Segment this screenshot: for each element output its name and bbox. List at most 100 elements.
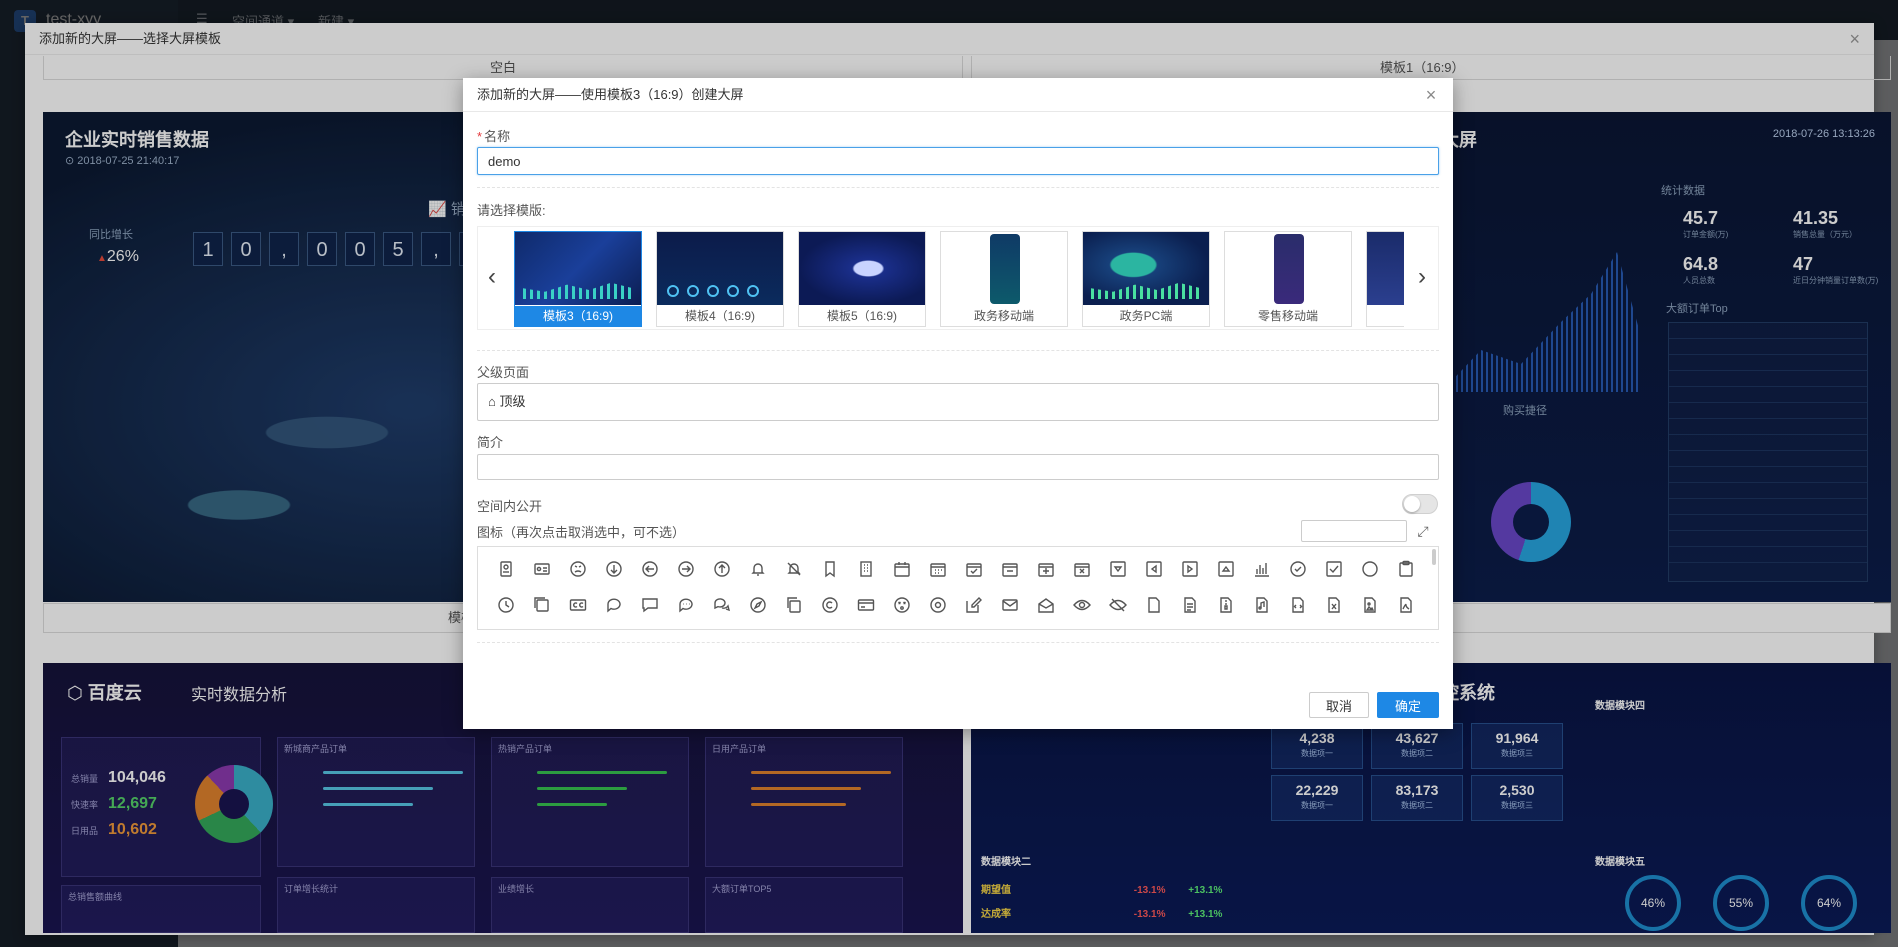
icon-row bbox=[488, 590, 1424, 620]
file-pdf-icon[interactable] bbox=[1388, 590, 1424, 620]
expand-icon[interactable]: ⤢ bbox=[1413, 521, 1433, 541]
template-card-label: 零售移动端 bbox=[1257, 309, 1318, 323]
arrow-right-circle-icon[interactable] bbox=[668, 554, 704, 584]
template-card-gov-mobile[interactable]: 政务移动端 bbox=[940, 231, 1068, 327]
create-screen-modal: 添加新的大屏——使用模板3（16:9）创建大屏 × *名称 请选择模版: ‹ 模… bbox=[463, 78, 1453, 729]
divider bbox=[477, 187, 1439, 188]
file-image-icon[interactable] bbox=[1352, 590, 1388, 620]
caret-up-square-icon[interactable] bbox=[1208, 554, 1244, 584]
arrow-down-circle-icon[interactable] bbox=[596, 554, 632, 584]
public-toggle[interactable] bbox=[1402, 494, 1438, 514]
confirm-button[interactable]: 确定 bbox=[1377, 692, 1439, 718]
chevron-left-icon[interactable]: ‹ bbox=[482, 263, 502, 291]
file-zip-icon[interactable] bbox=[1208, 590, 1244, 620]
check-circle-icon[interactable] bbox=[1280, 554, 1316, 584]
intro-label: 简介 bbox=[477, 435, 504, 450]
template-card-3[interactable]: 模板3（16:9) bbox=[514, 231, 642, 327]
name-input[interactable] bbox=[477, 147, 1439, 175]
modal-header: 添加新的大屏——使用模板3（16:9）创建大屏 bbox=[463, 78, 1453, 112]
template-card-next[interactable]: 零 bbox=[1366, 231, 1404, 327]
template-card-retail-mobile[interactable]: 零售移动端 bbox=[1224, 231, 1352, 327]
pencil-square-icon[interactable] bbox=[956, 590, 992, 620]
calendar-icon[interactable] bbox=[884, 554, 920, 584]
template-thumbnail bbox=[1225, 232, 1351, 305]
id-card-icon[interactable] bbox=[524, 554, 560, 584]
scrollbar-thumb[interactable] bbox=[1432, 549, 1436, 565]
calendar-minus-icon[interactable] bbox=[992, 554, 1028, 584]
template-card-label: 零 bbox=[1367, 306, 1404, 326]
parent-label: 父级页面 bbox=[477, 365, 530, 380]
icon-search-input[interactable] bbox=[1301, 520, 1407, 542]
chat-dots-icon[interactable] bbox=[668, 590, 704, 620]
template-thumbnail bbox=[1367, 232, 1404, 305]
credit-card-icon[interactable] bbox=[848, 590, 884, 620]
template-thumbnail bbox=[1083, 232, 1209, 305]
template-carousel: ‹ 模板3（16:9) 模板4（16:9) 模板5（16:9) 政务移动端 政务… bbox=[477, 226, 1439, 330]
bookmark-icon[interactable] bbox=[812, 554, 848, 584]
envelope-icon[interactable] bbox=[992, 590, 1028, 620]
emoji-angry-icon[interactable] bbox=[560, 554, 596, 584]
template-card-label: 政务移动端 bbox=[973, 309, 1034, 323]
chat-multiple-icon[interactable] bbox=[704, 590, 740, 620]
parent-select[interactable]: ⌂ 顶级 bbox=[477, 383, 1439, 421]
closed-caption-icon[interactable] bbox=[560, 590, 596, 620]
check-square-icon[interactable] bbox=[1316, 554, 1352, 584]
calendar-plus-icon[interactable] bbox=[1028, 554, 1064, 584]
copy-icon[interactable] bbox=[776, 590, 812, 620]
arrow-left-circle-icon[interactable] bbox=[632, 554, 668, 584]
bell-slash-icon[interactable] bbox=[776, 554, 812, 584]
record-circle-icon[interactable] bbox=[920, 590, 956, 620]
collection-icon[interactable] bbox=[524, 590, 560, 620]
close-icon[interactable]: × bbox=[1419, 78, 1443, 112]
file-code-icon[interactable] bbox=[1280, 590, 1316, 620]
clock-icon[interactable] bbox=[488, 590, 524, 620]
caret-right-square-icon[interactable] bbox=[1172, 554, 1208, 584]
file-music-icon[interactable] bbox=[1244, 590, 1280, 620]
cancel-button[interactable]: 取消 bbox=[1309, 692, 1369, 718]
calendar-check-icon[interactable] bbox=[956, 554, 992, 584]
calendar-x-icon[interactable] bbox=[1064, 554, 1100, 584]
contact-book-icon[interactable] bbox=[488, 554, 524, 584]
arrow-up-circle-icon[interactable] bbox=[704, 554, 740, 584]
template-card-label: 模板3（16:9) bbox=[515, 306, 641, 326]
envelope-open-icon[interactable] bbox=[1028, 590, 1064, 620]
divider bbox=[477, 350, 1439, 351]
intro-input[interactable] bbox=[477, 454, 1439, 480]
template-card-label: 模板5（16:9) bbox=[826, 309, 898, 323]
template-thumbnail bbox=[515, 232, 641, 305]
file-text-icon[interactable] bbox=[1172, 590, 1208, 620]
eye-slash-icon[interactable] bbox=[1100, 590, 1136, 620]
name-label: * 名称 bbox=[477, 129, 511, 144]
chevron-right-icon[interactable]: › bbox=[1412, 263, 1432, 291]
icon-label: 图标（再次点击取消选中，可不选） bbox=[477, 525, 686, 540]
parent-value: 顶级 bbox=[499, 394, 526, 409]
eye-icon[interactable] bbox=[1064, 590, 1100, 620]
chat-square-icon[interactable] bbox=[632, 590, 668, 620]
template-card-5[interactable]: 模板5（16:9) bbox=[798, 231, 926, 327]
modal-title: 添加新的大屏——使用模板3（16:9）创建大屏 bbox=[477, 87, 744, 102]
copyright-icon[interactable] bbox=[812, 590, 848, 620]
building-icon[interactable] bbox=[848, 554, 884, 584]
template-track: 模板3（16:9) 模板4（16:9) 模板5（16:9) 政务移动端 政务PC… bbox=[514, 231, 1404, 327]
template-card-4[interactable]: 模板4（16:9) bbox=[656, 231, 784, 327]
circle-icon[interactable] bbox=[1352, 554, 1388, 584]
calendar-grid-icon[interactable] bbox=[920, 554, 956, 584]
chat-icon[interactable] bbox=[596, 590, 632, 620]
emoji-dizzy-icon[interactable] bbox=[884, 590, 920, 620]
template-thumbnail bbox=[657, 232, 783, 305]
template-card-label: 政务PC端 bbox=[1119, 309, 1173, 323]
caret-left-square-icon[interactable] bbox=[1136, 554, 1172, 584]
divider bbox=[477, 642, 1439, 643]
template-label: 请选择模版: bbox=[477, 203, 546, 218]
home-icon: ⌂ bbox=[488, 394, 496, 409]
file-icon[interactable] bbox=[1136, 590, 1172, 620]
template-card-label: 模板4（16:9) bbox=[684, 309, 756, 323]
clipboard-icon[interactable] bbox=[1388, 554, 1424, 584]
caret-down-square-icon[interactable] bbox=[1100, 554, 1136, 584]
file-excel-icon[interactable] bbox=[1316, 590, 1352, 620]
bar-chart-icon[interactable] bbox=[1244, 554, 1280, 584]
bell-icon[interactable] bbox=[740, 554, 776, 584]
template-card-gov-pc[interactable]: 政务PC端 bbox=[1082, 231, 1210, 327]
compass-icon[interactable] bbox=[740, 590, 776, 620]
icon-row bbox=[488, 554, 1424, 584]
